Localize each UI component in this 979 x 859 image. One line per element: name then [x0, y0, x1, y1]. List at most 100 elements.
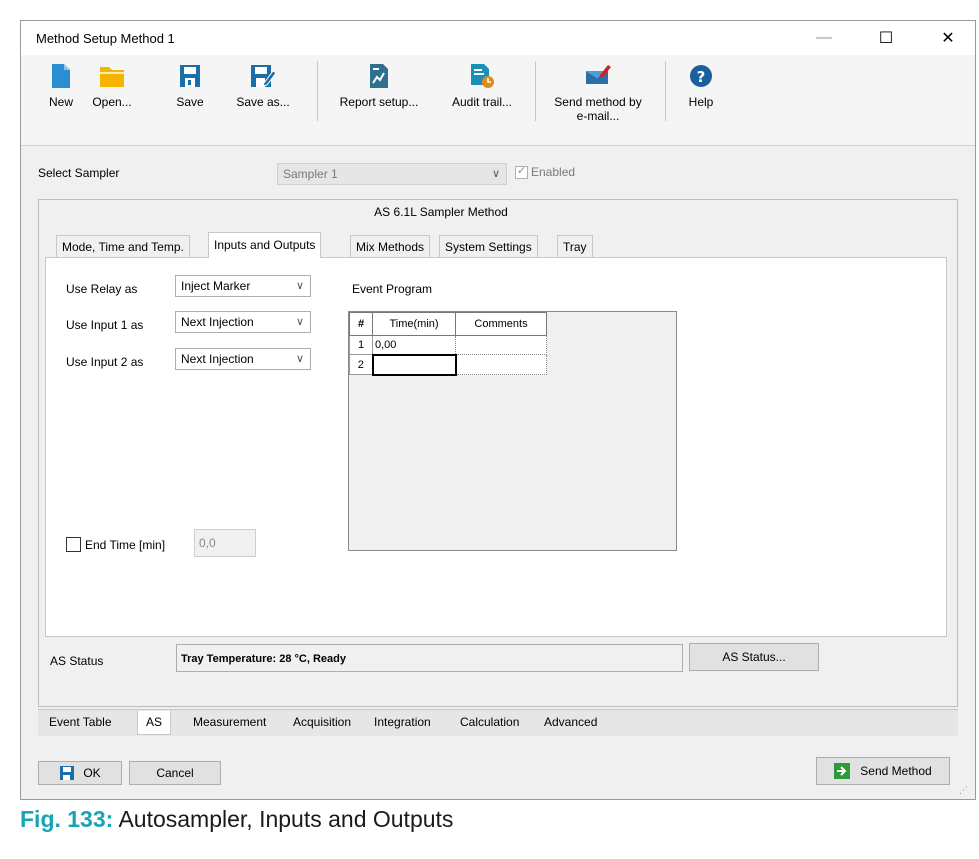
- tab-system-settings[interactable]: System Settings: [439, 235, 538, 257]
- open-label: Open...: [92, 95, 132, 109]
- end-time-input[interactable]: 0,0: [194, 529, 256, 557]
- col-number: #: [349, 312, 373, 336]
- toolbar-separator: [535, 61, 536, 121]
- cancel-button[interactable]: Cancel: [129, 761, 221, 785]
- save-as-button[interactable]: Save as...: [233, 63, 293, 109]
- row-number: 2: [349, 354, 373, 375]
- event-program-label: Event Program: [352, 282, 433, 296]
- minimize-icon: —: [816, 29, 832, 46]
- close-icon: ✕: [941, 30, 955, 47]
- enabled-checkbox[interactable]: ✓ Enabled: [515, 165, 575, 179]
- comment-cell[interactable]: [455, 354, 547, 375]
- table-row[interactable]: 2: [349, 353, 547, 376]
- save-as-label: Save as...: [236, 95, 290, 109]
- window-title: Method Setup Method 1: [36, 31, 175, 46]
- as-status-label: AS Status: [50, 654, 104, 668]
- report-setup-button[interactable]: Report setup...: [331, 63, 427, 109]
- save-icon: [60, 766, 75, 780]
- as-status-text: Tray Temperature: 28 °C, Ready: [176, 644, 683, 672]
- audit-trail-label: Audit trail...: [451, 95, 513, 109]
- end-time-checkbox[interactable]: End Time [min]: [66, 537, 165, 552]
- tab-inputs-outputs[interactable]: Inputs and Outputs: [208, 232, 322, 258]
- toolbar-separator: [665, 61, 666, 121]
- time-cell[interactable]: [371, 353, 457, 376]
- col-comments: Comments: [455, 312, 547, 336]
- relay-select-value: Inject Marker: [181, 279, 251, 293]
- comment-cell[interactable]: [455, 335, 547, 355]
- send-email-label-line2: e-mail...: [576, 109, 620, 123]
- report-setup-icon: [370, 64, 388, 88]
- use-input2-label: Use Input 2 as: [66, 355, 144, 369]
- toolbar-separator: [317, 61, 318, 121]
- toolbar: New Open... Save Save as... Report setup…: [21, 55, 975, 146]
- relay-select[interactable]: Inject Marker ∨: [175, 275, 311, 297]
- new-document-icon: [52, 64, 70, 88]
- tab-tray[interactable]: Tray: [557, 235, 593, 257]
- enabled-label: Enabled: [531, 165, 576, 179]
- tab-calculation[interactable]: Calculation: [452, 711, 527, 733]
- check-icon: ✓: [517, 164, 527, 177]
- enabled-checkbox-box: ✓: [515, 164, 528, 179]
- send-email-label: Send method by: [554, 95, 642, 109]
- new-label: New: [48, 95, 73, 109]
- resize-grip-icon[interactable]: ⋰: [959, 785, 968, 796]
- figure-caption-text: Autosampler, Inputs and Outputs: [118, 806, 454, 832]
- tab-mix-methods[interactable]: Mix Methods: [350, 235, 431, 257]
- help-label: Help: [688, 95, 714, 109]
- folder-icon: [100, 67, 124, 87]
- method-title: AS 6.1L Sampler Method: [374, 205, 508, 219]
- audit-trail-button[interactable]: Audit trail...: [439, 63, 525, 109]
- save-button[interactable]: Save: [173, 63, 207, 109]
- send-method-email-button[interactable]: Send method by e-mail...: [543, 63, 653, 123]
- svg-text:?: ?: [697, 68, 706, 86]
- open-button[interactable]: Open...: [85, 63, 139, 109]
- use-relay-label: Use Relay as: [66, 282, 138, 296]
- input1-select[interactable]: Next Injection ∨: [175, 311, 311, 333]
- time-cell[interactable]: 0,00: [372, 335, 456, 355]
- end-time-checkbox-box: [66, 537, 81, 552]
- input2-select-value: Next Injection: [181, 352, 254, 366]
- sampler-select-value: Sampler 1: [283, 167, 338, 181]
- input1-select-value: Next Injection: [181, 315, 254, 329]
- save-label: Save: [176, 95, 204, 109]
- close-button[interactable]: ✕: [925, 21, 971, 55]
- table-header-row: # Time(min) Comments: [349, 312, 547, 336]
- tab-event-table[interactable]: Event Table: [41, 711, 120, 733]
- chevron-down-icon: ∨: [295, 353, 304, 365]
- figure-caption: Fig. 133: Autosampler, Inputs and Output…: [20, 806, 453, 833]
- help-button[interactable]: ? Help: [681, 63, 721, 109]
- tab-advanced[interactable]: Advanced: [536, 711, 605, 733]
- tab-measurement[interactable]: Measurement: [185, 711, 274, 733]
- send-arrow-icon: [834, 763, 851, 779]
- audit-trail-icon: [471, 64, 494, 88]
- select-sampler-label: Select Sampler: [38, 166, 120, 180]
- as-status-button[interactable]: AS Status...: [689, 643, 819, 671]
- event-program-grid[interactable]: # Time(min) Comments 1 0,00 2: [348, 311, 677, 551]
- minimize-button[interactable]: —: [801, 21, 847, 55]
- method-setup-window: Method Setup Method 1 — ☐ ✕ New Open... …: [20, 20, 976, 800]
- tab-as[interactable]: AS: [137, 711, 172, 735]
- tab-acquisition[interactable]: Acquisition: [285, 711, 359, 733]
- maximize-button[interactable]: ☐: [863, 21, 909, 55]
- new-button[interactable]: New: [41, 63, 81, 109]
- help-icon: ?: [690, 65, 712, 87]
- table-row[interactable]: 1 0,00: [349, 335, 547, 355]
- sampler-select[interactable]: Sampler 1 ∨: [277, 163, 507, 185]
- ok-label: OK: [83, 766, 101, 780]
- tab-integration[interactable]: Integration: [366, 711, 439, 733]
- use-input1-label: Use Input 1 as: [66, 318, 144, 332]
- maximize-icon: ☐: [878, 30, 894, 47]
- report-setup-label: Report setup...: [339, 95, 419, 109]
- send-method-button[interactable]: Send Method: [816, 757, 950, 785]
- send-email-icon: [586, 65, 611, 84]
- ok-button[interactable]: OK: [38, 761, 122, 785]
- save-as-icon: [251, 65, 276, 87]
- event-table: # Time(min) Comments 1 0,00 2: [349, 312, 547, 376]
- title-bar: Method Setup Method 1 — ☐ ✕: [21, 21, 975, 55]
- tab-mode-time-temp[interactable]: Mode, Time and Temp.: [56, 235, 190, 257]
- input2-select[interactable]: Next Injection ∨: [175, 348, 311, 370]
- end-time-label: End Time [min]: [85, 537, 166, 552]
- chevron-down-icon: ∨: [295, 316, 304, 328]
- save-icon: [180, 65, 200, 87]
- chevron-down-icon: ∨: [491, 168, 500, 180]
